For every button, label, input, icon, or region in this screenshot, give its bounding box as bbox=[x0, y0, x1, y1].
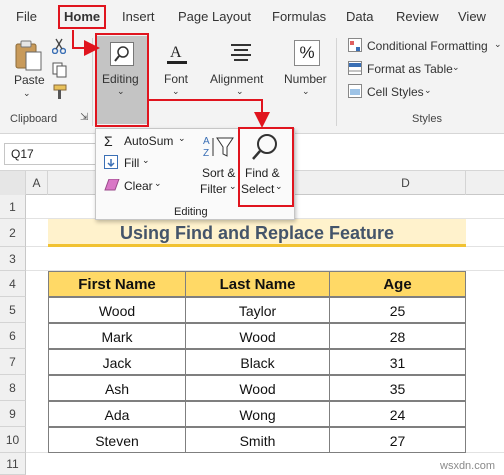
number-label[interactable]: Number bbox=[284, 72, 327, 86]
clear-label[interactable]: Clear bbox=[124, 179, 153, 193]
row-header[interactable]: 2 bbox=[0, 219, 26, 247]
menu-data[interactable]: Data bbox=[346, 9, 373, 24]
sort-filter-label-line1[interactable]: Sort & bbox=[202, 166, 235, 180]
name-box[interactable]: Q17 bbox=[4, 143, 96, 165]
autosum-label[interactable]: AutoSum bbox=[124, 134, 173, 148]
cut-icon[interactable] bbox=[51, 38, 67, 55]
table-cell[interactable]: Taylor bbox=[185, 297, 330, 323]
number-chevron-icon: ⌄ bbox=[302, 86, 310, 96]
menu-insert[interactable]: Insert bbox=[122, 9, 155, 24]
menu-file[interactable]: File bbox=[16, 9, 37, 24]
format-as-table-label[interactable]: Format as Table bbox=[367, 62, 453, 76]
column-header-d[interactable]: D bbox=[346, 171, 466, 195]
cell-styles-label[interactable]: Cell Styles bbox=[367, 85, 424, 99]
row-header[interactable]: 5 bbox=[0, 297, 26, 323]
table-cell[interactable]: 25 bbox=[329, 297, 466, 323]
conditional-formatting-chevron-icon: ⌄ bbox=[494, 39, 502, 49]
menu-formulas[interactable]: Formulas bbox=[272, 9, 326, 24]
format-as-table-icon[interactable] bbox=[348, 61, 362, 75]
find-select-chevron-icon[interactable]: ⌄ bbox=[275, 181, 283, 192]
paste-icon[interactable] bbox=[14, 40, 44, 71]
fill-label[interactable]: Fill bbox=[124, 156, 139, 170]
find-magnifier-icon bbox=[250, 132, 280, 162]
table-cell[interactable]: 24 bbox=[329, 401, 466, 427]
row-header[interactable]: 7 bbox=[0, 349, 26, 375]
editing-group-label: Editing bbox=[174, 206, 208, 218]
paste-label[interactable]: Paste bbox=[14, 73, 45, 87]
font-chevron-icon: ⌄ bbox=[172, 86, 180, 96]
sheet-title[interactable]: Using Find and Replace Feature bbox=[48, 219, 466, 247]
find-select-label-line2[interactable]: Select bbox=[241, 182, 274, 196]
table-header-age[interactable]: Age bbox=[329, 271, 466, 297]
conditional-formatting-icon[interactable] bbox=[348, 38, 362, 52]
clear-chevron-icon[interactable]: ⌄ bbox=[154, 178, 162, 189]
select-all-corner[interactable] bbox=[0, 171, 26, 195]
table-cell[interactable]: Wood bbox=[48, 297, 186, 323]
svg-text:Z: Z bbox=[203, 148, 209, 159]
table-cell[interactable]: 31 bbox=[329, 349, 466, 375]
autosum-icon: Σ bbox=[104, 133, 113, 149]
row-header[interactable]: 6 bbox=[0, 323, 26, 349]
number-percent-icon[interactable]: % bbox=[294, 40, 320, 66]
dialog-launcher-icon[interactable]: ⇲ bbox=[80, 112, 88, 123]
fill-icon bbox=[104, 155, 118, 169]
table-cell[interactable]: Jack bbox=[48, 349, 186, 375]
alignment-icon[interactable] bbox=[228, 40, 254, 66]
table-cell[interactable]: Wong bbox=[185, 401, 330, 427]
font-icon[interactable]: A bbox=[164, 40, 190, 66]
table-cell[interactable]: Mark bbox=[48, 323, 186, 349]
font-label[interactable]: Font bbox=[164, 72, 188, 86]
svg-text:A: A bbox=[203, 136, 210, 147]
table-cell[interactable]: Smith bbox=[185, 427, 330, 453]
editing-highlight-box bbox=[95, 33, 149, 127]
row-header[interactable]: 11 bbox=[0, 453, 26, 475]
menu-view[interactable]: View bbox=[458, 9, 486, 24]
table-header-first-name[interactable]: First Name bbox=[48, 271, 186, 297]
alignment-chevron-icon: ⌄ bbox=[236, 86, 244, 96]
cell-styles-chevron-icon: ⌄ bbox=[424, 85, 432, 95]
clipboard-group-label: Clipboard bbox=[10, 113, 58, 125]
table-header-last-name[interactable]: Last Name bbox=[185, 271, 330, 297]
sort-filter-label-line2[interactable]: Filter bbox=[200, 182, 227, 196]
table-cell[interactable]: Ash bbox=[48, 375, 186, 401]
row-header[interactable]: 1 bbox=[0, 195, 26, 219]
conditional-formatting-label[interactable]: Conditional Formatting bbox=[367, 39, 488, 53]
alignment-label[interactable]: Alignment bbox=[210, 72, 263, 86]
home-highlight-box bbox=[58, 5, 106, 29]
row-header[interactable]: 8 bbox=[0, 375, 26, 401]
menu-page-layout[interactable]: Page Layout bbox=[178, 9, 251, 24]
column-header-a[interactable]: A bbox=[26, 171, 48, 195]
table-cell[interactable]: Ada bbox=[48, 401, 186, 427]
svg-text:A: A bbox=[170, 44, 182, 61]
find-select-label-line1[interactable]: Find & bbox=[245, 166, 280, 180]
table-cell[interactable]: Wood bbox=[185, 323, 330, 349]
table-cell[interactable]: Steven bbox=[48, 427, 186, 453]
autosum-chevron-icon[interactable]: ⌄ bbox=[178, 133, 186, 144]
table-cell[interactable]: Black bbox=[185, 349, 330, 375]
sort-filter-chevron-icon[interactable]: ⌄ bbox=[229, 181, 237, 192]
table-cell[interactable]: 35 bbox=[329, 375, 466, 401]
table-cell[interactable]: 28 bbox=[329, 323, 466, 349]
format-as-table-chevron-icon: ⌄ bbox=[452, 62, 460, 72]
row-header[interactable]: 9 bbox=[0, 401, 26, 427]
styles-group-label: Styles bbox=[412, 113, 442, 125]
copy-icon[interactable] bbox=[52, 62, 68, 78]
fill-chevron-icon[interactable]: ⌄ bbox=[142, 155, 150, 166]
watermark-text: wsxdn.com bbox=[440, 460, 496, 472]
separator bbox=[336, 38, 337, 126]
eraser-icon bbox=[104, 178, 120, 191]
format-painter-icon[interactable] bbox=[52, 84, 68, 100]
separator bbox=[92, 38, 93, 126]
sort-filter-icon: AZ bbox=[201, 134, 235, 160]
row-header[interactable]: 3 bbox=[0, 247, 26, 271]
table-cell[interactable]: 27 bbox=[329, 427, 466, 453]
cell-styles-icon[interactable] bbox=[348, 84, 362, 98]
menu-review[interactable]: Review bbox=[396, 9, 439, 24]
row-header[interactable]: 10 bbox=[0, 427, 26, 453]
table-cell[interactable]: Wood bbox=[185, 375, 330, 401]
paste-chevron-icon[interactable]: ⌄ bbox=[23, 88, 31, 99]
row-header[interactable]: 4 bbox=[0, 271, 26, 297]
